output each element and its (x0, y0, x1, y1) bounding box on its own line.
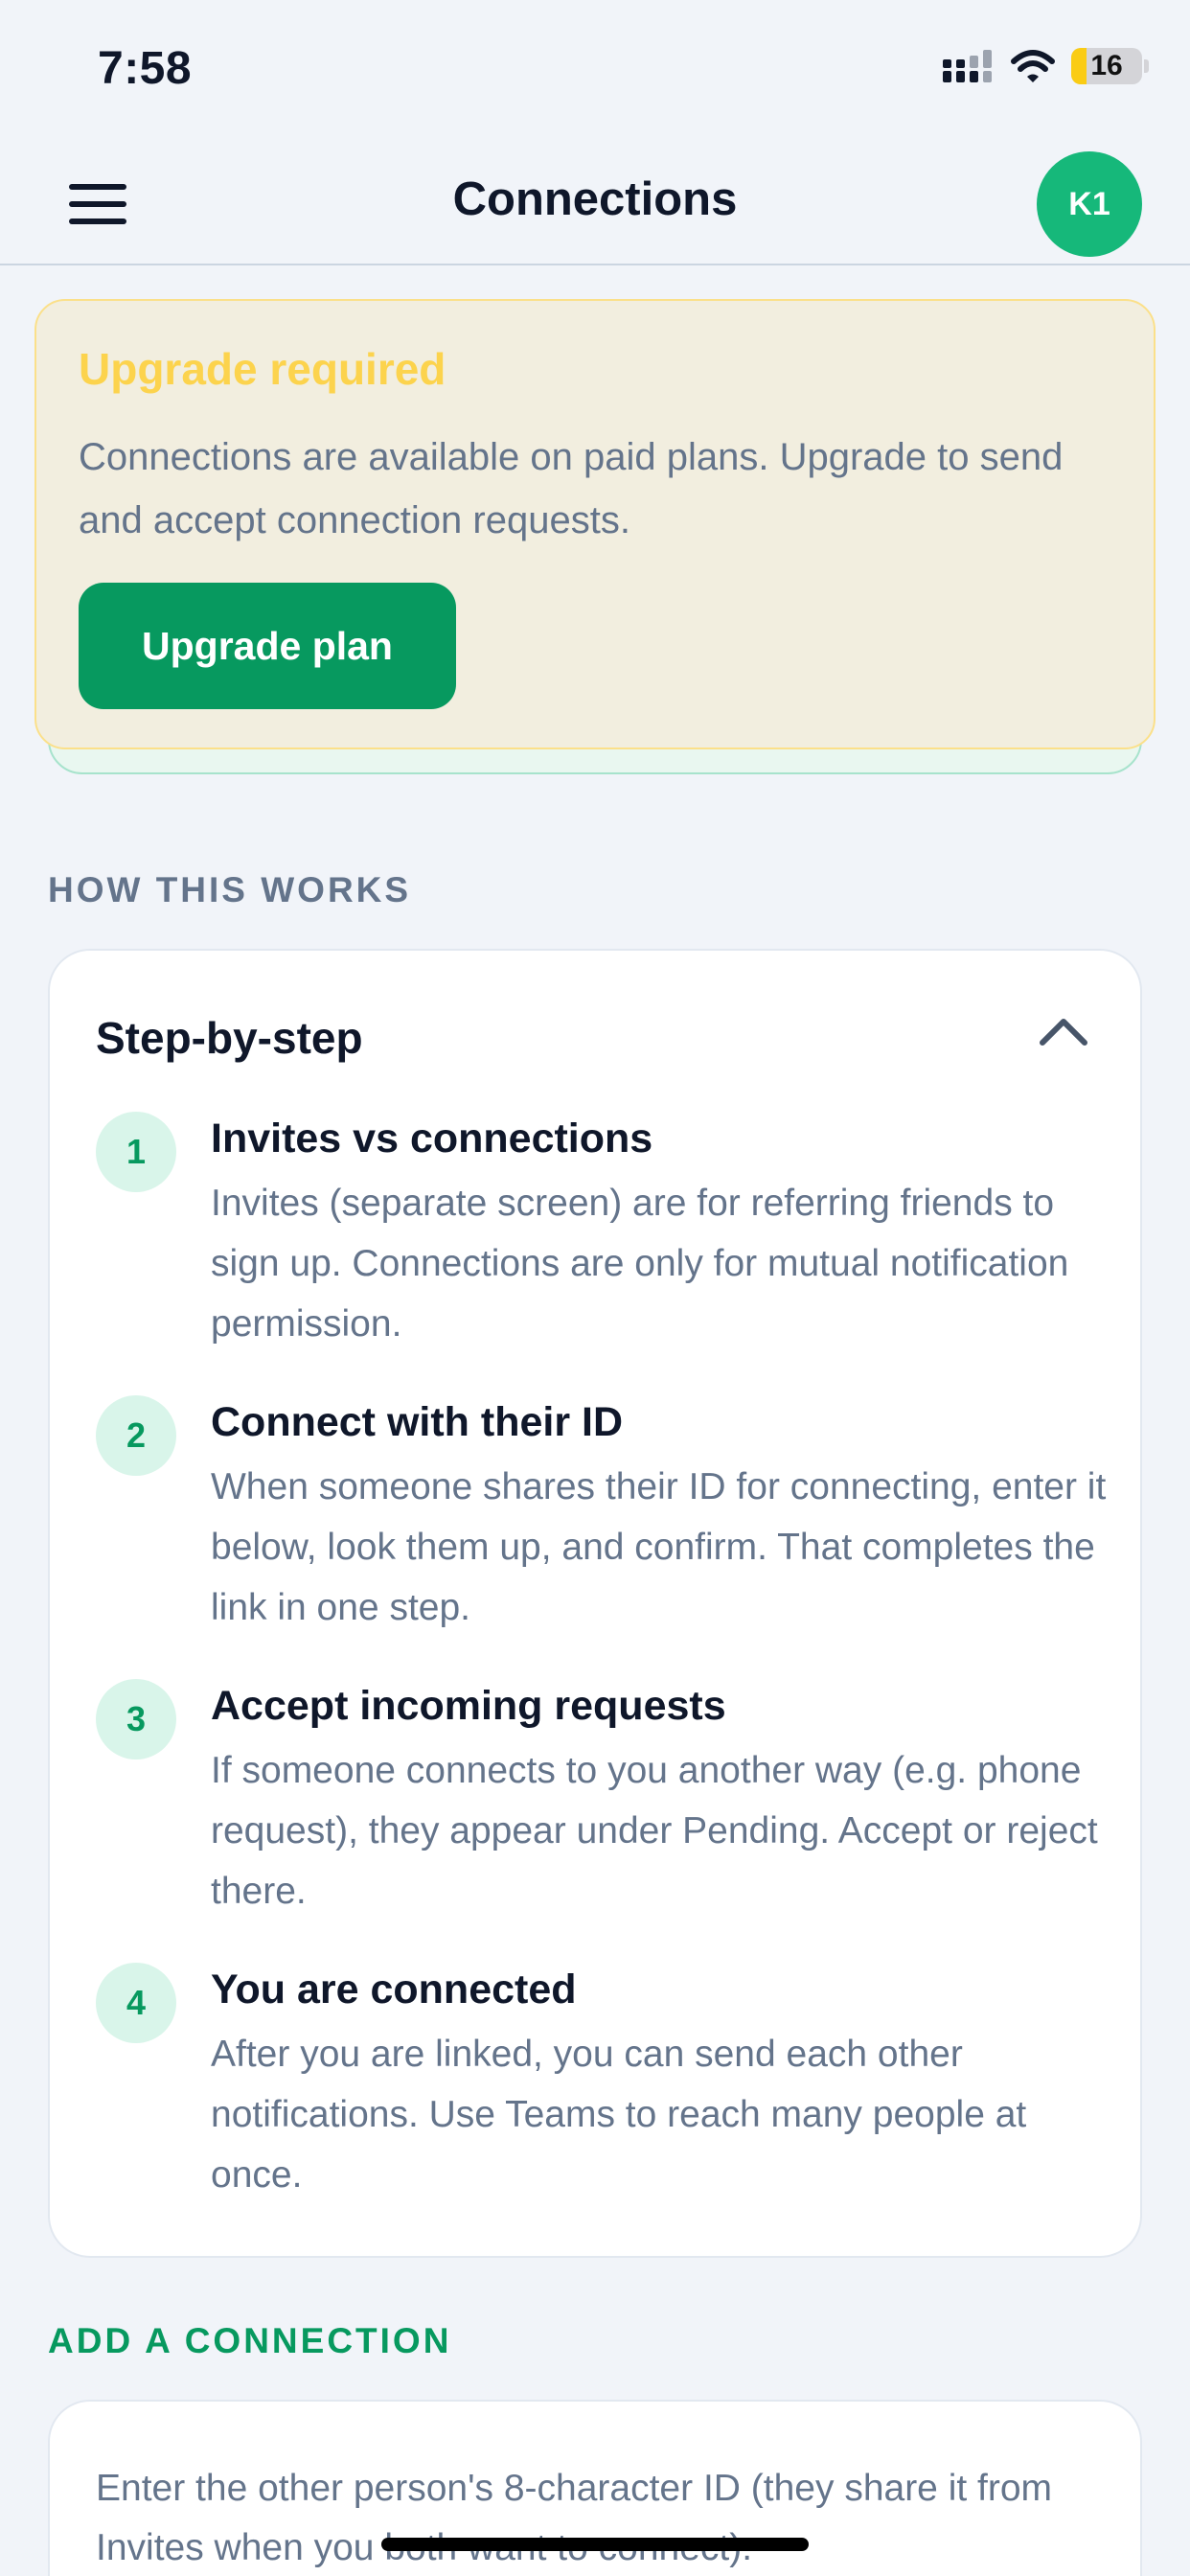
upgrade-plan-button[interactable]: Upgrade plan (79, 583, 456, 709)
step-description: Invites (separate screen) are for referr… (211, 1183, 1069, 1345)
step-number-badge: 3 (96, 1679, 176, 1760)
steps-list: 1 Invites vs connections Invites (separa… (96, 1112, 1106, 2246)
step-title: Connect with their ID (211, 1399, 623, 1445)
wifi-icon (1011, 50, 1055, 82)
upgrade-message: Connections are available on paid plans.… (79, 436, 1064, 541)
upgrade-title: Upgrade required (79, 344, 446, 394)
app-header: Connections K1 (0, 144, 1190, 265)
list-item: 2 Connect with their ID When someone sha… (96, 1395, 1106, 1679)
step-description: When someone shares their ID for connect… (211, 1466, 1107, 1628)
chevron-up-icon[interactable] (1037, 1012, 1090, 1050)
battery-icon: 16 (1071, 48, 1149, 84)
page-title: Connections (452, 173, 738, 225)
cellular-signal-icon (943, 50, 992, 82)
section-label-add-connection: ADD A CONNECTION (48, 2321, 452, 2360)
status-icons: 16 (941, 48, 1149, 84)
add-connection-instructions: Enter the other person's 8-character ID … (96, 2468, 1053, 2568)
section-label-how-this-works: HOW THIS WORKS (48, 870, 412, 909)
status-bar: 7:58 16 (0, 0, 1190, 144)
step-description: If someone connects to you another way (… (211, 1750, 1098, 1912)
battery-level: 16 (1090, 50, 1123, 81)
step-number-badge: 2 (96, 1395, 176, 1476)
step-description: After you are linked, you can send each … (211, 2034, 1027, 2196)
upgrade-required-banner: Upgrade required Connections are availab… (34, 299, 1156, 749)
home-indicator[interactable] (381, 2538, 809, 2551)
list-item: 4 You are connected After you are linked… (96, 1963, 1102, 2246)
step-number-badge: 1 (96, 1112, 176, 1192)
step-title: Invites vs connections (211, 1116, 653, 1162)
list-item: 1 Invites vs connections Invites (separa… (96, 1112, 1102, 1395)
step-number-badge: 4 (96, 1963, 176, 2043)
step-by-step-card: Step-by-step 1 Invites vs connections In… (48, 949, 1142, 2258)
step-title: You are connected (211, 1966, 577, 2012)
status-time: 7:58 (98, 43, 193, 94)
avatar[interactable]: K1 (1037, 151, 1142, 257)
step-title: Accept incoming requests (211, 1683, 726, 1729)
list-item: 3 Accept incoming requests If someone co… (96, 1679, 1102, 1963)
step-by-step-title: Step-by-step (96, 1013, 363, 1063)
